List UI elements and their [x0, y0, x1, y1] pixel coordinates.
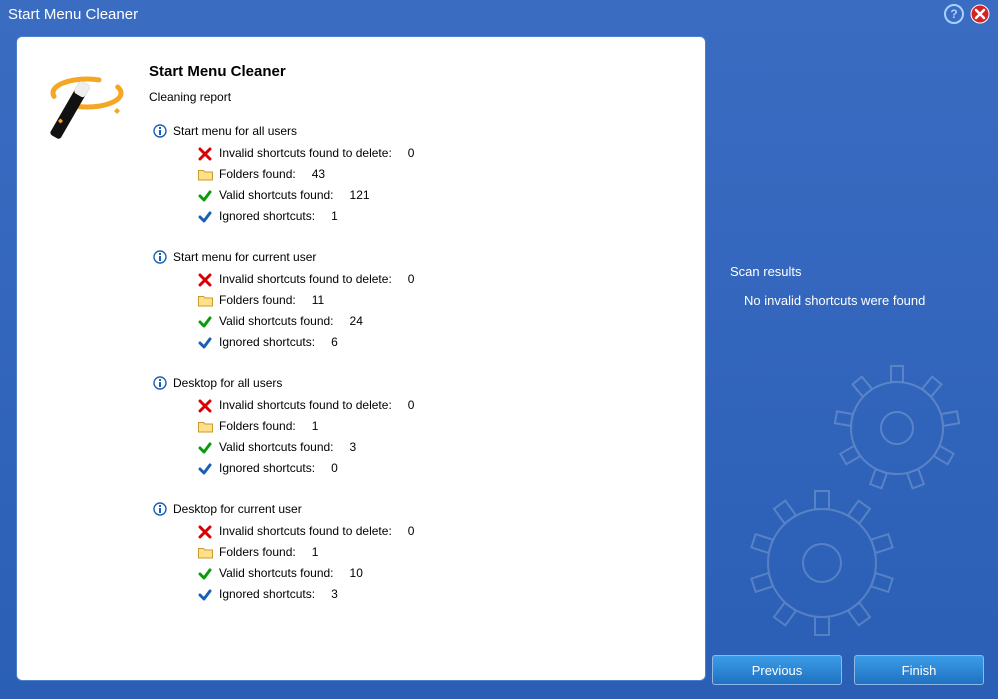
- report-item-label: Invalid shortcuts found to delete:: [219, 144, 392, 163]
- report-section: Desktop for current user Invalid shortcut…: [149, 502, 683, 604]
- report-item: Invalid shortcuts found to delete: 0: [197, 522, 683, 541]
- report-item: Invalid shortcuts found to delete: 0: [197, 396, 683, 415]
- folder-icon: [197, 293, 213, 309]
- report-item: Folders found: 1: [197, 543, 683, 562]
- report-item-label: Folders found:: [219, 543, 296, 562]
- report-item: Folders found: 11: [197, 291, 683, 310]
- report-item-value: 3: [350, 438, 357, 457]
- check-blue-icon: [197, 335, 213, 351]
- report-item: Folders found: 43: [197, 165, 683, 184]
- page-title: Start Menu Cleaner: [149, 63, 683, 80]
- report-item-label: Valid shortcuts found:: [219, 564, 334, 583]
- report-item-label: Valid shortcuts found:: [219, 312, 334, 331]
- report-item-label: Invalid shortcuts found to delete:: [219, 270, 392, 289]
- previous-button[interactable]: Previous: [712, 655, 842, 685]
- report-item-label: Ignored shortcuts:: [219, 333, 315, 352]
- page-subtitle: Cleaning report: [149, 90, 683, 104]
- section-title: Start menu for all users: [153, 124, 683, 138]
- folder-icon: [197, 419, 213, 435]
- check-green-icon: [197, 188, 213, 204]
- report-item: Valid shortcuts found: 3: [197, 438, 683, 457]
- report-item: Folders found: 1: [197, 417, 683, 436]
- report-item-value: 1: [312, 417, 319, 436]
- report-item-label: Folders found:: [219, 165, 296, 184]
- report-section: Desktop for all users Invalid shortcuts f…: [149, 376, 683, 478]
- svg-text:?: ?: [950, 7, 957, 21]
- report-item-value: 0: [408, 144, 415, 163]
- info-icon: [153, 502, 167, 516]
- report-item: Invalid shortcuts found to delete: 0: [197, 144, 683, 163]
- report-item-label: Folders found:: [219, 417, 296, 436]
- info-icon: [153, 376, 167, 390]
- gears-decoration-icon: [722, 363, 992, 643]
- check-green-icon: [197, 314, 213, 330]
- report-section: Start menu for current user Invalid short…: [149, 250, 683, 352]
- x-icon: [197, 272, 213, 288]
- scan-results: Scan results No invalid shortcuts were f…: [726, 264, 988, 308]
- report-item-label: Ignored shortcuts:: [219, 459, 315, 478]
- section-title-text: Desktop for all users: [173, 376, 282, 390]
- report-item-value: 0: [408, 270, 415, 289]
- report-item-value: 3: [331, 585, 338, 604]
- window-title: Start Menu Cleaner: [8, 6, 138, 23]
- wizard-wand-icon: [42, 63, 132, 156]
- section-title: Desktop for all users: [153, 376, 683, 390]
- check-green-icon: [197, 566, 213, 582]
- check-blue-icon: [197, 209, 213, 225]
- report-item-value: 121: [350, 186, 370, 205]
- section-title: Start menu for current user: [153, 250, 683, 264]
- report-item-value: 10: [350, 564, 363, 583]
- folder-icon: [197, 545, 213, 561]
- report-item-value: 1: [331, 207, 338, 226]
- check-green-icon: [197, 440, 213, 456]
- report-item: Valid shortcuts found: 24: [197, 312, 683, 331]
- scan-results-text: No invalid shortcuts were found: [730, 293, 988, 308]
- x-icon: [197, 146, 213, 162]
- report-item-value: 0: [408, 522, 415, 541]
- report-item: Ignored shortcuts: 3: [197, 585, 683, 604]
- report-item-label: Valid shortcuts found:: [219, 186, 334, 205]
- check-blue-icon: [197, 587, 213, 603]
- finish-button[interactable]: Finish: [854, 655, 984, 685]
- scan-results-title: Scan results: [730, 264, 988, 279]
- report-item-value: 11: [312, 291, 324, 310]
- report-item-value: 6: [331, 333, 338, 352]
- report-item-label: Ignored shortcuts:: [219, 585, 315, 604]
- close-icon[interactable]: [970, 4, 990, 24]
- section-title: Desktop for current user: [153, 502, 683, 516]
- info-icon: [153, 124, 167, 138]
- info-icon: [153, 250, 167, 264]
- report-item-value: 24: [350, 312, 363, 331]
- section-title-text: Start menu for current user: [173, 250, 316, 264]
- report-item-label: Invalid shortcuts found to delete:: [219, 522, 392, 541]
- report-item: Ignored shortcuts: 6: [197, 333, 683, 352]
- report-item-value: 43: [312, 165, 325, 184]
- report-item-label: Ignored shortcuts:: [219, 207, 315, 226]
- report-item-value: 0: [331, 459, 338, 478]
- x-icon: [197, 524, 213, 540]
- report-panel: Start Menu Cleaner Cleaning report Start…: [16, 36, 706, 681]
- report-item-label: Valid shortcuts found:: [219, 438, 334, 457]
- window-titlebar: Start Menu Cleaner ?: [0, 0, 998, 28]
- x-icon: [197, 398, 213, 414]
- section-title-text: Desktop for current user: [173, 502, 302, 516]
- report-item: Valid shortcuts found: 121: [197, 186, 683, 205]
- report-item-label: Invalid shortcuts found to delete:: [219, 396, 392, 415]
- report-item-value: 1: [312, 543, 319, 562]
- report-item-value: 0: [408, 396, 415, 415]
- section-title-text: Start menu for all users: [173, 124, 297, 138]
- report-item: Ignored shortcuts: 0: [197, 459, 683, 478]
- check-blue-icon: [197, 461, 213, 477]
- report-item: Ignored shortcuts: 1: [197, 207, 683, 226]
- report-item: Valid shortcuts found: 10: [197, 564, 683, 583]
- report-item: Invalid shortcuts found to delete: 0: [197, 270, 683, 289]
- folder-icon: [197, 167, 213, 183]
- help-icon[interactable]: ?: [944, 4, 964, 24]
- report-section: Start menu for all users Invalid shortcut…: [149, 124, 683, 226]
- report-item-label: Folders found:: [219, 291, 296, 310]
